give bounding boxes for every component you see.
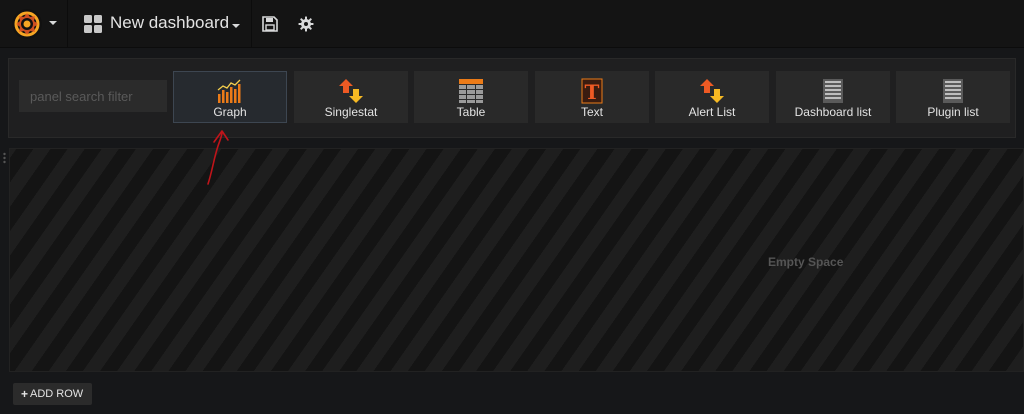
panel-type-graph[interactable]: Graph: [173, 71, 287, 123]
svg-text:T: T: [585, 80, 600, 104]
panel-type-label: Alert List: [688, 105, 736, 119]
panel-picker: Graph Singlestat Table T Text: [8, 58, 1016, 138]
save-icon[interactable]: [262, 16, 278, 32]
add-row-label: ADD ROW: [30, 388, 84, 400]
gear-icon[interactable]: [298, 16, 314, 32]
text-icon: T: [581, 78, 603, 104]
panel-type-table[interactable]: Table: [414, 71, 528, 123]
row-drag-handle-icon[interactable]: [2, 152, 7, 166]
panel-type-label: Plugin list: [927, 105, 979, 119]
alert-list-icon: [700, 79, 724, 103]
panel-search-input[interactable]: [19, 80, 167, 112]
empty-space-label: Empty Space: [768, 255, 844, 269]
panel-type-label: Singlestat: [324, 105, 378, 119]
panel-type-label: Text: [580, 105, 603, 119]
panel-type-text[interactable]: T Text: [535, 71, 649, 123]
panel-type-singlestat[interactable]: Singlestat: [294, 71, 408, 123]
chevron-down-icon: [49, 21, 57, 25]
panel-type-label: Table: [456, 105, 486, 119]
dashboard-title: New dashboard: [110, 13, 230, 32]
dashboard-title-dropdown[interactable]: New dashboard: [68, 0, 252, 48]
plus-icon: +: [21, 387, 29, 401]
grafana-menu-button[interactable]: [0, 0, 68, 48]
table-icon: [459, 79, 483, 103]
panel-type-label: Dashboard list: [794, 105, 872, 119]
top-navbar: New dashboard: [0, 0, 1024, 48]
plugin-list-icon: [943, 79, 963, 103]
dashboard-list-icon: [823, 79, 843, 103]
empty-row: Empty Space: [9, 148, 1024, 372]
singlestat-icon: [339, 79, 363, 103]
annotation-arrow-icon: [207, 130, 229, 185]
add-row-button[interactable]: + ADD ROW: [13, 383, 92, 405]
graph-icon: [217, 79, 241, 103]
grafana-logo-icon: [12, 9, 42, 39]
chevron-down-icon: [232, 24, 240, 28]
panel-type-label: Graph: [213, 105, 247, 119]
panel-type-alert-list[interactable]: Alert List: [655, 71, 769, 123]
panel-type-plugin-list[interactable]: Plugin list: [896, 71, 1010, 123]
dashboard-grid-icon: [84, 15, 102, 33]
panel-type-dashboard-list[interactable]: Dashboard list: [776, 71, 890, 123]
